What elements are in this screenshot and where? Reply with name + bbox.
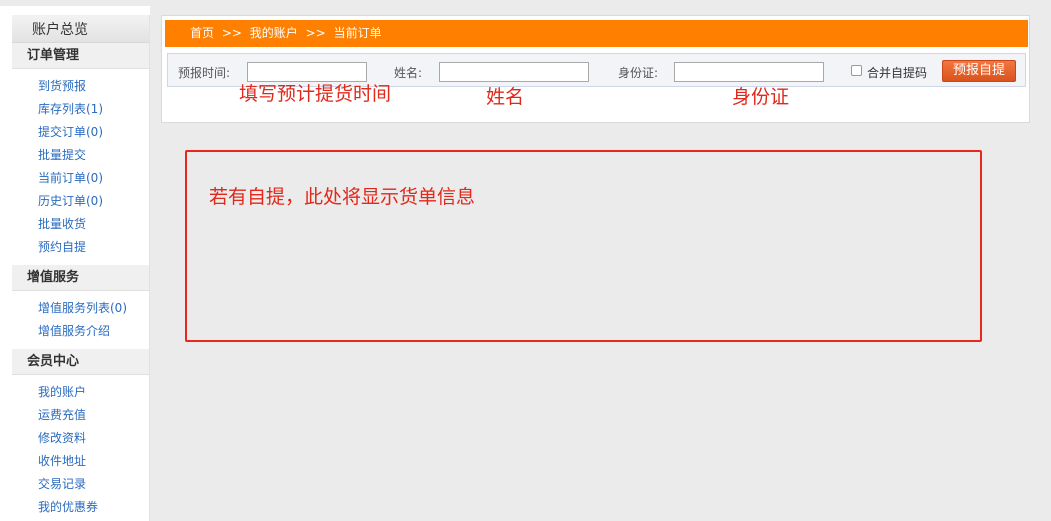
breadcrumb: 首页 >> 我的账户 >> 当前订单 bbox=[165, 20, 1028, 47]
merge-code-checkbox[interactable] bbox=[851, 65, 862, 76]
sidebar-item-value-added-list[interactable]: 增值服务列表(0) bbox=[12, 297, 149, 320]
sidebar-item-coupons[interactable]: 我的优惠券 bbox=[12, 496, 149, 519]
section-value-added: 增值服务 bbox=[12, 265, 149, 291]
sidebar-item-transactions[interactable]: 交易记录 bbox=[12, 473, 149, 496]
breadcrumb-separator: >> bbox=[221, 26, 242, 40]
sidebar-item-arrival-forecast[interactable]: 到货预报 bbox=[12, 75, 149, 98]
pickup-panel: 首页 >> 我的账户 >> 当前订单 预报时间: 姓名: 身份证: 合并自提码 … bbox=[161, 15, 1030, 123]
name-hint-annotation: 姓名 bbox=[486, 86, 525, 108]
sidebar-item-self-pickup[interactable]: 预约自提 bbox=[12, 236, 149, 259]
name-input[interactable] bbox=[439, 62, 589, 82]
section-member-center: 会员中心 bbox=[12, 349, 149, 375]
sidebar-item-my-account[interactable]: 我的账户 bbox=[12, 381, 149, 404]
sidebar-item-submit-order[interactable]: 提交订单(0) bbox=[12, 121, 149, 144]
time-label: 预报时间: bbox=[178, 66, 231, 80]
breadcrumb-home[interactable]: 首页 bbox=[190, 26, 214, 40]
time-hint-annotation: 填写预计提货时间 bbox=[239, 83, 392, 105]
breadcrumb-separator: >> bbox=[305, 26, 326, 40]
sidebar-item-edit-profile[interactable]: 修改资料 bbox=[12, 427, 149, 450]
sidebar-item-current-orders[interactable]: 当前订单(0) bbox=[12, 167, 149, 190]
name-label: 姓名: bbox=[394, 66, 423, 80]
breadcrumb-account[interactable]: 我的账户 bbox=[250, 26, 298, 40]
order-management-list: 到货预报 库存列表(1) 提交订单(0) 批量提交 当前订单(0) 历史订单(0… bbox=[12, 69, 149, 265]
sidebar: 账户总览 订单管理 到货预报 库存列表(1) 提交订单(0) 批量提交 当前订单… bbox=[12, 15, 150, 521]
id-card-input[interactable] bbox=[674, 62, 824, 82]
sidebar-item-value-added-intro[interactable]: 增值服务介绍 bbox=[12, 320, 149, 343]
sidebar-item-batch-submit[interactable]: 批量提交 bbox=[12, 144, 149, 167]
id-label: 身份证: bbox=[618, 66, 659, 80]
merge-code-label[interactable]: 合并自提码 bbox=[867, 64, 927, 81]
sidebar-item-inventory-list[interactable]: 库存列表(1) bbox=[12, 98, 149, 121]
sidebar-item-address[interactable]: 收件地址 bbox=[12, 450, 149, 473]
section-order-management: 订单管理 bbox=[12, 43, 149, 69]
id-hint-annotation: 身份证 bbox=[732, 86, 790, 108]
sidebar-title: 账户总览 bbox=[12, 15, 149, 43]
sidebar-item-history-orders[interactable]: 历史订单(0) bbox=[12, 190, 149, 213]
order-info-area: 若有自提，此处将显示货单信息 bbox=[185, 150, 982, 342]
breadcrumb-current: 当前订单 bbox=[333, 26, 382, 40]
value-added-list: 增值服务列表(0) 增值服务介绍 bbox=[12, 291, 149, 349]
sidebar-item-recharge[interactable]: 运费充值 bbox=[12, 404, 149, 427]
main-content: 首页 >> 我的账户 >> 当前订单 预报时间: 姓名: 身份证: 合并自提码 … bbox=[150, 6, 1051, 521]
sidebar-item-batch-receive[interactable]: 批量收货 bbox=[12, 213, 149, 236]
submit-pickup-button[interactable]: 预报自提 bbox=[942, 60, 1016, 82]
member-center-list: 我的账户 运费充值 修改资料 收件地址 交易记录 我的优惠券 bbox=[12, 375, 149, 521]
order-info-annotation: 若有自提，此处将显示货单信息 bbox=[209, 186, 476, 208]
